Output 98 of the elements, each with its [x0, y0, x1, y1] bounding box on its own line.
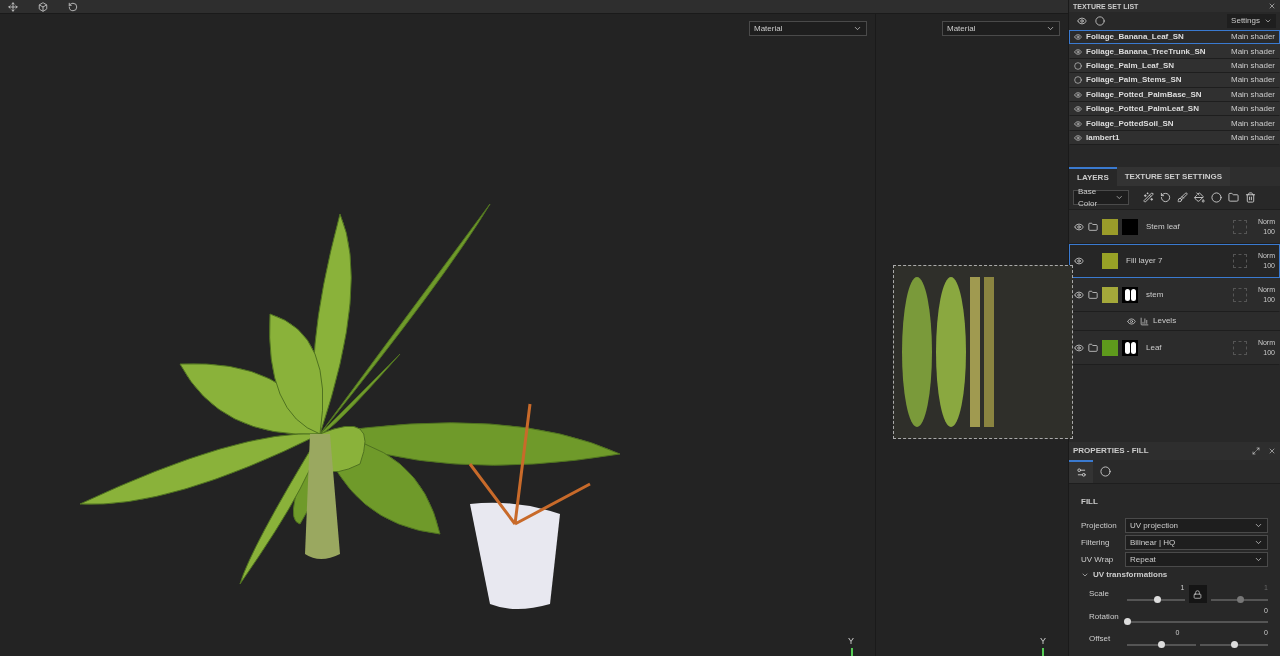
- chevron-icon: [1264, 17, 1272, 25]
- axis-label: Y: [848, 634, 854, 648]
- settings-button[interactable]: Settings: [1227, 14, 1276, 28]
- texture-set-name: Foliage_Banana_TreeTrunk_SN: [1086, 45, 1207, 58]
- texture-set-name: Foliage_Palm_Leaf_SN: [1086, 59, 1176, 72]
- trash-icon[interactable]: [1245, 192, 1256, 204]
- settings-icon: [1075, 467, 1087, 478]
- mask-thumbnail: [1122, 287, 1138, 304]
- folder-icon[interactable]: [1228, 192, 1239, 204]
- blend-preview: [1233, 341, 1247, 356]
- eye-icon[interactable]: [1077, 16, 1087, 26]
- slider-thumb[interactable]: [1237, 595, 1245, 603]
- slider-thumb[interactable]: [1153, 595, 1161, 603]
- eye-icon[interactable]: [1074, 90, 1082, 99]
- folder-icon: [1088, 290, 1098, 301]
- field-label: UV Wrap: [1081, 553, 1115, 566]
- eye-icon[interactable]: [1074, 133, 1082, 142]
- lock-icon: [1193, 589, 1202, 599]
- panel-tab[interactable]: TEXTURE SET SETTINGS: [1116, 167, 1231, 187]
- folder-icon: [1088, 343, 1098, 354]
- wand-icon[interactable]: [1143, 192, 1154, 204]
- circle-icon[interactable]: [1074, 76, 1082, 85]
- field-dropdown[interactable]: UV projection: [1125, 518, 1268, 533]
- layer-name: stem: [1146, 289, 1165, 302]
- texture-set-name: Foliage_Potted_PalmBase_SN: [1086, 88, 1203, 101]
- blend-preview: [1233, 288, 1247, 303]
- eye-icon[interactable]: [1074, 47, 1082, 56]
- texture-set-name: Foliage_Potted_PalmLeaf_SN: [1086, 103, 1200, 116]
- blend-preview: [1233, 254, 1247, 269]
- chevron-icon: [853, 24, 862, 33]
- shader-name: Main shader: [1230, 88, 1275, 101]
- eye-icon[interactable]: [1074, 222, 1084, 233]
- properties-tab[interactable]: [1069, 460, 1093, 483]
- texture-set-row[interactable]: Foliage_Palm_Stems_SN Main shader: [1069, 73, 1280, 88]
- cube-icon[interactable]: [38, 1, 48, 12]
- levels-icon: [1140, 316, 1149, 326]
- chevron-icon: [1081, 571, 1089, 579]
- sphere-icon: [1099, 466, 1111, 477]
- rotate-icon[interactable]: [1160, 192, 1171, 204]
- close-icon[interactable]: [1268, 2, 1276, 10]
- lock-toggle[interactable]: [1188, 585, 1207, 604]
- field-label: Scale: [1089, 588, 1110, 601]
- eye-icon[interactable]: [1074, 105, 1082, 114]
- paint-bucket-icon[interactable]: [1194, 192, 1205, 204]
- channel-dropdown[interactable]: Base Color: [1073, 190, 1129, 206]
- texture-set-name: Foliage_Banana_Leaf_SN: [1086, 31, 1185, 44]
- close-icon[interactable]: [1268, 447, 1276, 455]
- chevron-icon: [1046, 24, 1055, 33]
- blend-preview: [1233, 220, 1247, 235]
- texture-set-row[interactable]: Foliage_PottedSoil_SN Main shader: [1069, 116, 1280, 131]
- field-label: Offset: [1089, 633, 1112, 646]
- field-label: Projection: [1081, 519, 1118, 532]
- slider-thumb[interactable]: [1158, 640, 1166, 648]
- layer-name: Stem leaf: [1146, 221, 1181, 234]
- layer-name: Fill layer 7: [1126, 255, 1164, 268]
- circle-icon[interactable]: [1095, 16, 1105, 26]
- channel-dropdown[interactable]: Material: [942, 21, 1060, 36]
- folder-icon: [1088, 222, 1098, 233]
- shader-name: Main shader: [1230, 74, 1275, 87]
- mask-thumbnail: [1122, 219, 1138, 236]
- shader-name: Main shader: [1230, 103, 1275, 116]
- slider-thumb[interactable]: [1124, 618, 1131, 625]
- field-dropdown[interactable]: Bilinear | HQ: [1125, 535, 1268, 550]
- group-header[interactable]: UV transformations: [1081, 569, 1268, 581]
- circle-icon[interactable]: [1074, 61, 1082, 70]
- layer-name: Leaf: [1146, 342, 1163, 355]
- field-label: Rotation: [1089, 610, 1120, 623]
- axis-label: Y: [1040, 634, 1046, 648]
- channel-dropdown[interactable]: Material: [749, 21, 867, 36]
- shader-name: Main shader: [1230, 45, 1275, 58]
- effect-name: Levels: [1153, 315, 1177, 328]
- panel-title: PROPERTIES - FILL: [1073, 445, 1149, 457]
- panel-tab[interactable]: LAYERS: [1069, 167, 1117, 187]
- texture-set-name: Foliage_Palm_Stems_SN: [1086, 74, 1183, 87]
- brush-icon[interactable]: [1177, 192, 1188, 204]
- eye-icon[interactable]: [1074, 256, 1084, 267]
- field-label: Filtering: [1081, 536, 1111, 549]
- texture-set-row[interactable]: Foliage_Banana_Leaf_SN Main shader: [1069, 30, 1280, 45]
- maximize-icon[interactable]: [1252, 447, 1260, 455]
- shader-name: Main shader: [1230, 31, 1275, 44]
- eye-icon[interactable]: [1074, 119, 1082, 128]
- shader-name: Main shader: [1230, 59, 1275, 72]
- mask-thumbnail: [1122, 340, 1138, 357]
- texture-set-row[interactable]: Foliage_Banana_TreeTrunk_SN Main shader: [1069, 44, 1280, 59]
- section-title: FILL: [1081, 496, 1099, 508]
- eye-icon[interactable]: [1074, 290, 1084, 301]
- field-dropdown[interactable]: Repeat: [1125, 552, 1268, 567]
- eye-icon[interactable]: [1127, 316, 1136, 326]
- eye-icon[interactable]: [1074, 343, 1084, 354]
- circle-icon[interactable]: [1211, 192, 1222, 204]
- texture-set-name: Foliage_PottedSoil_SN: [1086, 117, 1175, 130]
- move-icon[interactable]: [8, 1, 18, 12]
- shader-name: Main shader: [1230, 117, 1275, 130]
- slider-thumb[interactable]: [1230, 640, 1238, 648]
- shader-name: Main shader: [1230, 131, 1275, 144]
- texture-set-name: lambert1: [1086, 131, 1121, 144]
- rotate-icon[interactable]: [68, 1, 78, 12]
- eye-icon[interactable]: [1074, 33, 1082, 42]
